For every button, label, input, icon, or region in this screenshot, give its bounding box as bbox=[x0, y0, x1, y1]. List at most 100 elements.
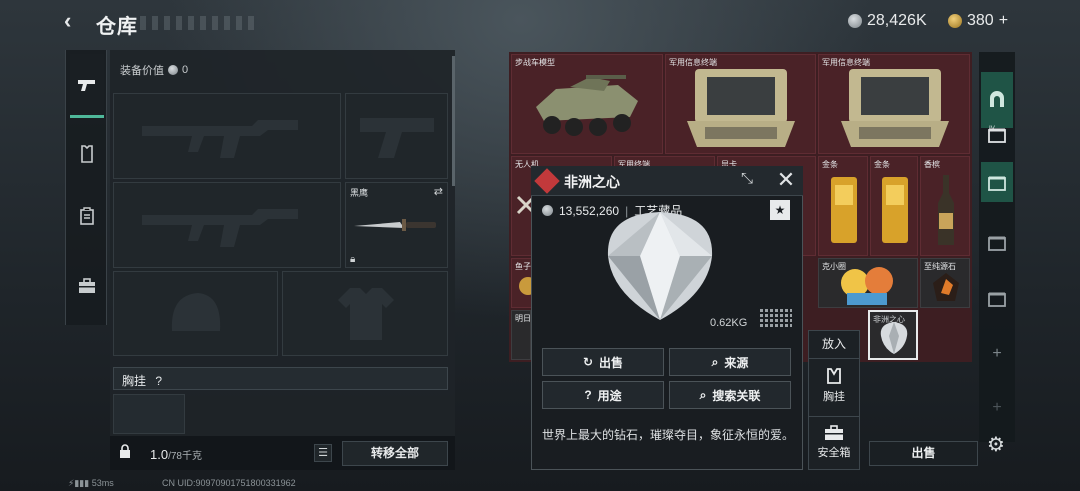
stash-item-name: 香槟 bbox=[924, 160, 940, 169]
put-in-chest-rig-button[interactable]: 胸挂 bbox=[808, 358, 860, 408]
item-description: 世界上最大的钻石，璀璨夺目，象征永恒的爱。 bbox=[542, 428, 795, 442]
tab-armor[interactable] bbox=[71, 138, 103, 170]
ifv-model-icon bbox=[536, 75, 638, 136]
search-icon: ⌕ bbox=[711, 354, 719, 369]
favorite-star-icon[interactable]: ★ bbox=[770, 200, 790, 220]
toolbox-icon bbox=[79, 278, 95, 293]
list-view-icon[interactable]: ☰ bbox=[314, 444, 332, 462]
stash-item[interactable]: 金条 bbox=[818, 156, 868, 256]
armor-silhouette-icon bbox=[338, 288, 394, 340]
source-button[interactable]: ⌕ 来源 bbox=[669, 348, 791, 376]
usage-label: 用途 bbox=[597, 388, 622, 403]
stash-item[interactable]: 至纯源石 bbox=[920, 258, 970, 308]
usage-button[interactable]: ? 用途 bbox=[542, 381, 664, 409]
rifle-silhouette-icon bbox=[142, 209, 298, 247]
settings-gear-icon[interactable]: ⚙︎ bbox=[985, 432, 1007, 456]
tab-stash-4[interactable]: IV bbox=[981, 118, 1013, 150]
move-all-button[interactable]: 转移全部 bbox=[342, 441, 448, 466]
back-arrow-icon[interactable]: ‹ bbox=[64, 10, 86, 32]
search-related-label: 搜索关联 bbox=[712, 388, 761, 403]
equipment-value-amount: 0 bbox=[182, 64, 189, 76]
silver-coin-icon bbox=[848, 14, 862, 28]
collapse-icon[interactable]: ⤡ bbox=[736, 170, 758, 192]
help-icon[interactable]: ? bbox=[155, 374, 162, 388]
stash-item[interactable]: 军用信息终端 bbox=[818, 54, 970, 154]
diamond-large-icon bbox=[607, 212, 713, 320]
tab-toolbox[interactable] bbox=[71, 270, 103, 302]
item-detail-title: 非洲之心 bbox=[564, 174, 620, 190]
stash-item[interactable]: 步战车模型 bbox=[511, 54, 663, 154]
tab-stash-3[interactable] bbox=[981, 162, 1013, 202]
sell-item-button[interactable]: ↻ 出售 bbox=[542, 348, 664, 376]
signal-icon: ⚡︎▮▮▮ bbox=[68, 478, 92, 488]
gold-amount: 380 bbox=[967, 12, 994, 29]
search-icon: ⌕ bbox=[699, 387, 707, 402]
carry-weight-capacity: /78千克 bbox=[168, 451, 202, 462]
stash-item[interactable]: 军用信息终端 bbox=[665, 54, 816, 154]
tab-weapons[interactable] bbox=[70, 54, 104, 118]
question-icon: ? bbox=[584, 388, 592, 402]
stash-item[interactable]: 香槟 bbox=[920, 156, 970, 256]
chest-rig-icon bbox=[827, 368, 841, 384]
stash-item-selected[interactable]: 非洲之心 bbox=[868, 310, 918, 360]
safe-box-icon bbox=[825, 425, 843, 440]
right-tab-bar: IV + + bbox=[979, 52, 1015, 442]
network-status: ⚡︎▮▮▮ 53ms bbox=[68, 478, 114, 489]
close-icon[interactable]: ✕ bbox=[774, 168, 798, 192]
add-stash-icon[interactable]: + bbox=[981, 392, 1013, 424]
pistol-icon bbox=[78, 79, 95, 91]
add-stash-icon[interactable]: + bbox=[981, 338, 1013, 370]
melee-slot[interactable]: 黑鹰 ⇄ 🔒︎ bbox=[345, 182, 448, 268]
user-uid: CN UID:909709017518003319​62 bbox=[162, 478, 296, 488]
stash-item[interactable]: 克小圈 bbox=[818, 258, 918, 308]
sell-icon: ↻ bbox=[582, 355, 594, 369]
chest-rig-label: 胸挂 bbox=[122, 374, 147, 388]
page-title: 仓库 bbox=[96, 16, 138, 38]
tab-backpack[interactable] bbox=[71, 200, 103, 232]
gold-coin-icon bbox=[948, 14, 962, 28]
swap-icon[interactable]: ⇄ bbox=[434, 185, 443, 198]
figurine-icon bbox=[841, 267, 893, 305]
archway-icon bbox=[990, 91, 1004, 107]
storage-box-icon bbox=[988, 176, 1006, 191]
stash-item-name: 明日 bbox=[515, 314, 531, 323]
helmet-slot[interactable] bbox=[113, 271, 278, 356]
put-in-safe-box-button[interactable]: 安全箱 bbox=[808, 416, 860, 466]
knife-icon bbox=[354, 219, 436, 231]
primary-weapon-slot[interactable] bbox=[113, 93, 341, 179]
safe-box-option-label: 安全箱 bbox=[817, 447, 851, 459]
melee-name: 黑鹰 bbox=[350, 188, 369, 198]
stash-item[interactable]: 金条 bbox=[870, 156, 918, 256]
search-related-button[interactable]: ⌕ 搜索关联 bbox=[669, 381, 791, 409]
secondary-weapon-slot[interactable] bbox=[113, 182, 341, 268]
body-armor-slot[interactable] bbox=[282, 271, 448, 356]
chest-rig-row[interactable]: 胸挂 ? bbox=[113, 367, 448, 390]
left-tab-bar bbox=[65, 50, 107, 325]
size-grid-icon bbox=[760, 307, 792, 327]
sidearm-slot[interactable] bbox=[345, 93, 448, 179]
tab-stash-2[interactable] bbox=[981, 226, 1013, 258]
storage-box-icon bbox=[988, 292, 1006, 307]
sell-button[interactable]: 出售 bbox=[869, 441, 978, 466]
diamond-icon bbox=[880, 322, 908, 354]
equipment-value-label: 装备价值 bbox=[120, 65, 164, 77]
gold-add-icon[interactable]: + bbox=[999, 12, 1008, 30]
champagne-icon bbox=[938, 175, 954, 245]
equipment-scrollbar[interactable] bbox=[452, 56, 455, 186]
put-in-label: 放入 bbox=[821, 337, 846, 351]
chest-rig-slot[interactable] bbox=[113, 394, 185, 434]
pistol-silhouette-icon bbox=[360, 118, 434, 158]
tab-stash-1[interactable] bbox=[981, 282, 1013, 314]
stash-item-name: 鱼子 bbox=[515, 262, 531, 271]
helmet-silhouette-icon bbox=[171, 293, 221, 331]
storage-box-icon: IV bbox=[988, 125, 1006, 143]
source-label: 来源 bbox=[724, 355, 749, 370]
military-terminal-icon bbox=[841, 69, 949, 147]
carry-weight: 1.0/78千克 bbox=[150, 447, 202, 462]
gold-currency[interactable]: 380 + bbox=[948, 12, 1008, 30]
padlock-icon bbox=[120, 444, 130, 458]
stash-item[interactable]: 明日 bbox=[511, 310, 531, 360]
carry-weight-current: 1.0 bbox=[150, 447, 169, 462]
svg-text:IV: IV bbox=[989, 125, 996, 132]
silver-coin-icon bbox=[542, 205, 553, 216]
